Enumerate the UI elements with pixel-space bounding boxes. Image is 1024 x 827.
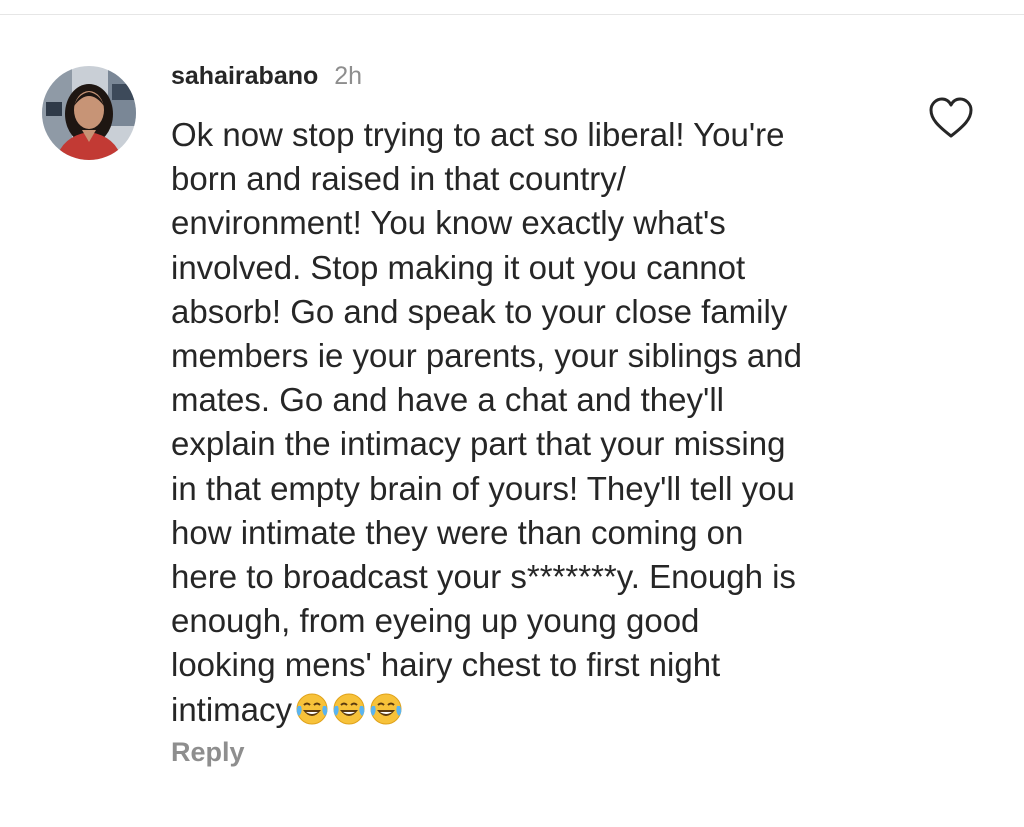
tears-of-joy-emoji-icon bbox=[295, 692, 329, 726]
comment-line: mates. Go and have a chat and they'll bbox=[171, 381, 724, 419]
avatar[interactable] bbox=[42, 66, 136, 160]
comment-line: involved. Stop making it out you cannot bbox=[171, 248, 746, 286]
tears-of-joy-emoji-icon bbox=[369, 692, 403, 726]
comment-line: how intimate they were than coming on bbox=[171, 513, 744, 551]
comment-line: Ok now stop trying to act so liberal! Yo… bbox=[171, 116, 785, 153]
reply-button[interactable]: Reply bbox=[171, 737, 245, 768]
comment-line: environment! You know exactly what's bbox=[171, 204, 726, 242]
comment-line: here to broadcast your s*******y. Enough… bbox=[171, 558, 796, 596]
comment-header: sahairabano 2h bbox=[171, 62, 362, 96]
comment-line: members ie your parents, your siblings a… bbox=[171, 337, 802, 375]
comment-line: in that empty brain of yours! They'll te… bbox=[171, 469, 795, 507]
comment-line: absorb! Go and speak to your close famil… bbox=[171, 292, 788, 330]
comment-line: looking mens' hairy chest to first night bbox=[171, 646, 721, 684]
timestamp: 2h bbox=[334, 62, 363, 90]
comment-line-text: intimacy bbox=[171, 690, 293, 728]
comment: sahairabano 2h Ok now stop trying to act… bbox=[0, 0, 1024, 827]
tears-of-joy-emoji-icon bbox=[332, 692, 366, 726]
comment-line-last: intimacy bbox=[171, 688, 901, 732]
comment-line: enough, from eyeing up young good bbox=[171, 602, 700, 640]
comment-line: explain the intimacy part that your miss… bbox=[171, 425, 786, 463]
comment-text: Ok now stop trying to act so liberal! Yo… bbox=[171, 113, 901, 732]
comment-line: born and raised in that country/ bbox=[171, 160, 626, 198]
heart-icon[interactable] bbox=[928, 96, 974, 140]
username[interactable]: sahairabano bbox=[171, 62, 318, 91]
